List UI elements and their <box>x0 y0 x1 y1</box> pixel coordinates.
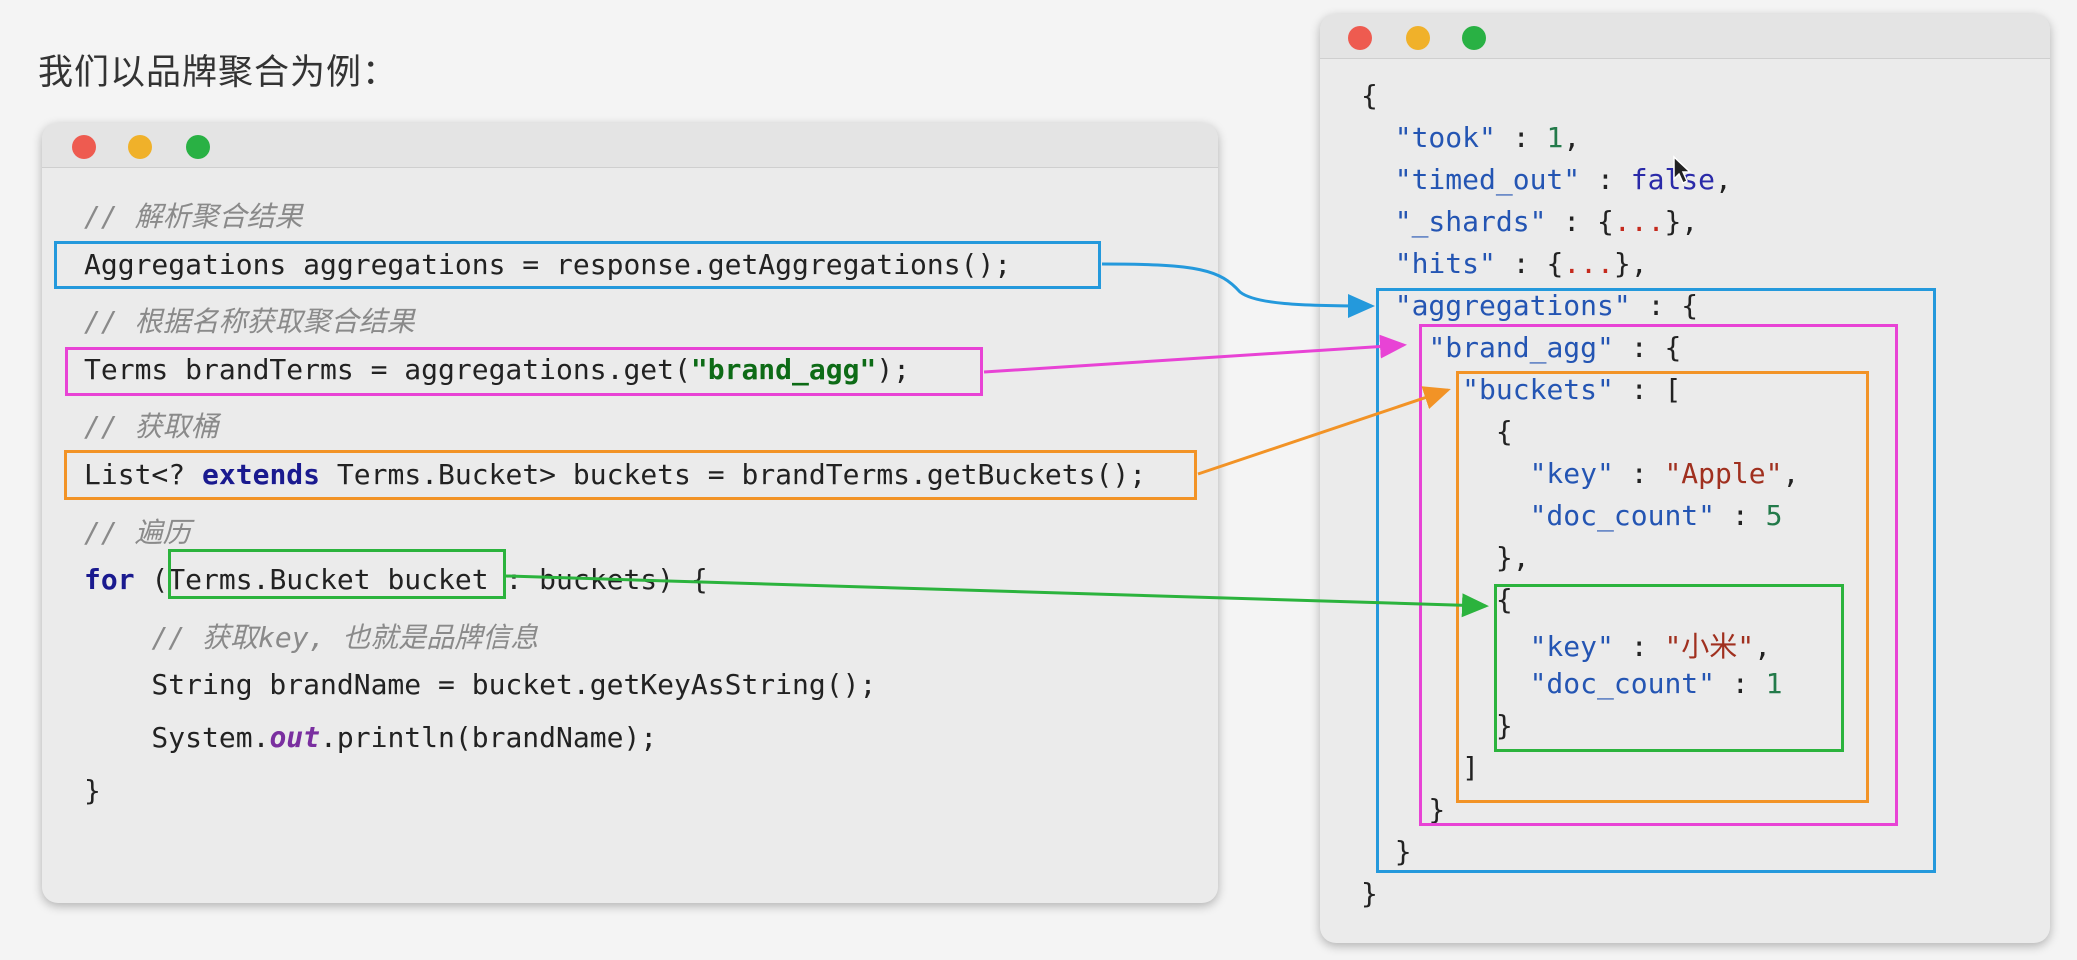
arrow-buckets <box>1197 386 1451 476</box>
arrow-brand-agg <box>983 334 1407 374</box>
arrow-aggregations <box>1101 262 1375 318</box>
mouse-cursor-icon <box>1673 155 1692 185</box>
arrow-bucket <box>505 574 1489 618</box>
connector-arrows <box>505 262 1489 618</box>
